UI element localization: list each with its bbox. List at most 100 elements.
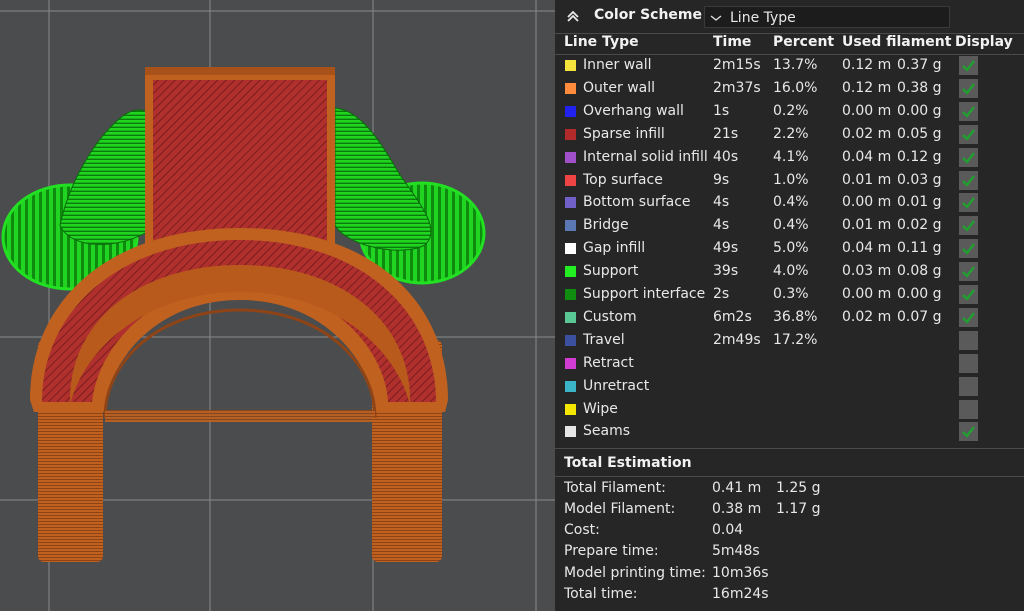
display-checkbox[interactable] — [959, 307, 978, 327]
line-type-name: Gap infill — [583, 240, 646, 257]
line-type-name: Wipe — [583, 400, 618, 417]
display-checkbox[interactable] — [959, 330, 978, 350]
display-checkbox[interactable] — [959, 285, 978, 304]
percent-value: 1.0% — [773, 171, 809, 188]
filament-weight: 0.11 g — [897, 240, 942, 257]
legend-row-travel[interactable]: Travel 2m49s 17.2% — [555, 330, 1024, 353]
legend-row-seams[interactable]: Seams — [555, 421, 1024, 444]
color-scheme-value: Line Type — [730, 10, 796, 26]
color-swatch — [565, 105, 576, 117]
display-checkbox[interactable] — [959, 193, 978, 213]
prepare-time-value: 5m48s — [712, 543, 760, 559]
legend-row-overhang-wall[interactable]: Overhang wall 1s 0.2% 0.00 m 0.00 g — [555, 101, 1024, 124]
collapse-chevron-up-icon[interactable] — [565, 8, 581, 24]
checkmark-icon — [962, 243, 975, 255]
filament-weight: 0.07 g — [897, 308, 942, 325]
col-header-percent: Percent — [773, 34, 835, 50]
filament-weight: 0.01 g — [897, 194, 942, 211]
legend-row-retract[interactable]: Retract — [555, 353, 1024, 376]
color-swatch — [565, 151, 576, 163]
time-value: 2m15s — [713, 57, 761, 73]
display-checkbox[interactable] — [959, 216, 978, 236]
percent-value: 16.0% — [773, 79, 818, 96]
printed-model — [30, 67, 448, 562]
display-checkbox[interactable] — [959, 239, 978, 259]
time-value: 4s — [713, 194, 730, 211]
display-checkbox[interactable] — [959, 422, 978, 442]
color-swatch — [565, 426, 576, 438]
display-checkbox[interactable] — [959, 399, 978, 419]
legend-row-bottom-surface[interactable]: Bottom surface 4s 0.4% 0.00 m 0.01 g — [555, 192, 1024, 215]
percent-value: 2.2% — [773, 125, 809, 142]
legend-row-internal-solid-infill[interactable]: Internal solid infill 40s 4.1% 0.04 m 0.12 g — [555, 147, 1024, 170]
color-scheme-dropdown[interactable]: Line Type — [704, 6, 950, 28]
line-type-name: Outer wall — [583, 79, 656, 96]
line-type-name: Custom — [583, 308, 637, 325]
filament-length: 0.01 m — [842, 171, 892, 188]
display-checkbox[interactable] — [959, 78, 978, 98]
display-checkbox[interactable] — [959, 353, 978, 373]
time-value: 49s — [713, 240, 739, 257]
checkmark-icon — [962, 426, 975, 439]
color-swatch — [565, 220, 576, 232]
percent-value: 0.3% — [773, 286, 809, 302]
model-filament-label: Model Filament: — [564, 501, 676, 517]
line-type-name: Retract — [583, 354, 634, 371]
line-type-name: Support interface — [583, 286, 706, 302]
display-checkbox[interactable] — [959, 170, 978, 190]
legend-row-outer-wall[interactable]: Outer wall 2m37s 16.0% 0.12 m 0.38 g — [555, 78, 1024, 101]
model-printing-time-label: Model printing time: — [564, 565, 706, 581]
checkmark-icon — [962, 151, 975, 164]
col-header-used-filament: Used filament — [842, 34, 952, 50]
filament-length: 0.00 m — [842, 102, 892, 119]
checkmark-icon — [962, 197, 975, 210]
checkmark-icon — [962, 174, 975, 187]
time-value: 40s — [713, 148, 739, 165]
time-value: 1s — [713, 102, 730, 119]
percent-value: 13.7% — [773, 57, 818, 73]
line-type-name: Seams — [583, 423, 631, 440]
legend-row-inner-wall[interactable]: Inner wall 2m15s 13.7% 0.12 m 0.37 g — [555, 55, 1024, 78]
legend-row-bridge[interactable]: Bridge 4s 0.4% 0.01 m 0.02 g — [555, 215, 1024, 238]
time-value: 2s — [713, 286, 730, 302]
time-value: 39s — [713, 263, 739, 280]
checkmark-icon — [962, 312, 975, 324]
color-swatch — [565, 266, 576, 278]
cost-value: 0.04 — [712, 522, 744, 538]
display-checkbox[interactable] — [959, 124, 978, 144]
filament-length: 0.04 m — [842, 148, 892, 165]
model-printing-time-value: 10m36s — [712, 565, 769, 581]
filament-length: 0.02 m — [842, 308, 892, 325]
percent-value: 17.2% — [773, 331, 818, 348]
display-checkbox[interactable] — [959, 56, 978, 75]
line-type-name: Travel — [583, 331, 625, 348]
filament-weight: 0.02 g — [897, 217, 942, 234]
filament-length: 0.00 m — [842, 194, 892, 211]
color-swatch — [565, 311, 576, 323]
color-swatch — [565, 197, 576, 209]
legend-row-custom[interactable]: Custom 6m2s 36.8% 0.02 m 0.07 g — [555, 307, 1024, 330]
model-filament-length: 0.38 m — [712, 501, 762, 517]
display-checkbox[interactable] — [959, 376, 978, 396]
percent-value: 4.1% — [773, 148, 809, 165]
filament-length: 0.03 m — [842, 263, 892, 280]
color-scheme-header: Color Scheme Line Type — [555, 0, 1024, 33]
legend-row-sparse-infill[interactable]: Sparse infill 21s 2.2% 0.02 m 0.05 g — [555, 124, 1024, 147]
total-time-value: 16m24s — [712, 586, 769, 602]
line-type-name: Sparse infill — [583, 125, 665, 142]
legend-row-unretract[interactable]: Unretract — [555, 376, 1024, 399]
percent-value: 0.4% — [773, 194, 809, 211]
display-checkbox[interactable] — [959, 262, 978, 282]
filament-weight: 0.37 g — [897, 57, 942, 73]
legend-row-support[interactable]: Support 39s 4.0% 0.03 m 0.08 g — [555, 261, 1024, 284]
time-value: 9s — [713, 171, 730, 188]
color-swatch — [565, 82, 576, 94]
legend-row-top-surface[interactable]: Top surface 9s 1.0% 0.01 m 0.03 g — [555, 170, 1024, 193]
legend-row-gap-infill[interactable]: Gap infill 49s 5.0% 0.04 m 0.11 g — [555, 238, 1024, 261]
checkmark-icon — [962, 60, 975, 72]
legend-row-wipe[interactable]: Wipe — [555, 399, 1024, 422]
model-filament-weight: 1.17 g — [776, 501, 821, 517]
legend-row-support-interface[interactable]: Support interface 2s 0.3% 0.00 m 0.00 g — [555, 284, 1024, 307]
display-checkbox[interactable] — [959, 101, 978, 121]
display-checkbox[interactable] — [959, 147, 978, 167]
